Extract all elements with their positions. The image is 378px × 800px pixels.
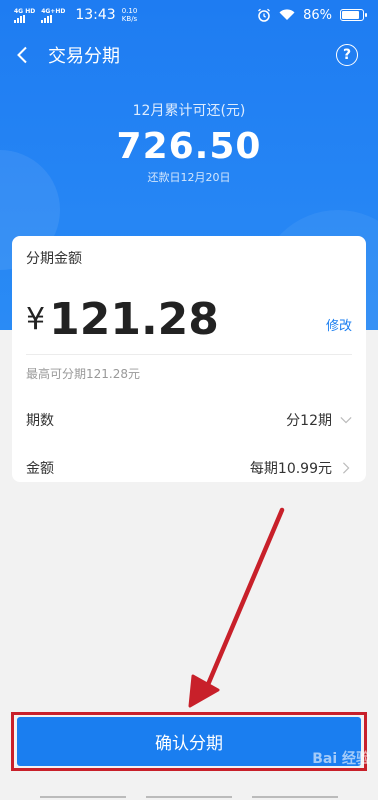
periods-label: 期数	[26, 413, 54, 429]
clock: 13:43	[75, 7, 116, 23]
repayment-summary: 12月累计可还(元) 726.50 还款日12月20日	[0, 100, 378, 185]
help-icon[interactable]: ?	[336, 44, 358, 66]
card-title: 分期金额	[26, 251, 82, 267]
amount-value-group: 每期10.99元	[250, 458, 352, 478]
alarm-icon	[258, 8, 271, 22]
installment-card: 分期金额 ¥ 121.28 修改 最高可分期121.28元 期数 分12期 金额…	[12, 236, 366, 482]
speed-unit: KB/s	[121, 15, 138, 23]
signal-indicator-2: 4G+HD	[41, 8, 65, 23]
summary-amount: 726.50	[116, 126, 262, 167]
network-type-label: 4G+HD	[41, 7, 66, 15]
periods-row[interactable]: 期数 分12期	[26, 396, 352, 444]
back-button[interactable]	[0, 36, 44, 74]
signal-bars-icon	[41, 14, 53, 23]
signal-bars-icon	[14, 14, 25, 23]
navigation-bar: 交易分期 ?	[0, 36, 378, 74]
amount-per-period-value: 每期10.99元	[249, 461, 332, 477]
battery-icon	[340, 9, 367, 21]
bottom-dividers	[0, 796, 378, 800]
installment-amount: 121.28	[49, 293, 219, 345]
edit-amount-link[interactable]: 修改	[326, 315, 352, 334]
amount-label: 金额	[26, 461, 54, 477]
due-date: 还款日12月20日	[147, 171, 231, 184]
summary-label: 12月累计可还(元)	[132, 103, 246, 119]
periods-value: 分12期	[286, 413, 332, 429]
currency-symbol: ¥	[26, 301, 46, 337]
signal-indicator-1: 4G HD	[14, 8, 35, 23]
wifi-icon	[279, 9, 295, 20]
battery-percent: 86%	[303, 7, 332, 23]
page-title: 交易分期	[48, 46, 120, 67]
amount-per-period-row[interactable]: 金额 每期10.99元	[26, 444, 352, 492]
divider	[26, 354, 352, 355]
chevron-right-icon	[343, 462, 350, 474]
max-amount-hint: 最高可分期121.28元	[26, 367, 140, 381]
speed-value: 0.10	[121, 7, 138, 15]
watermark: Bai 经验	[312, 751, 370, 767]
amount-row: ¥ 121.28 修改	[26, 293, 352, 345]
chevron-down-icon	[340, 417, 352, 424]
network-speed: 0.10 KB/s	[122, 7, 138, 23]
status-bar: 4G HD 4G+HD 13:43 0.10 KB/s 86%	[0, 0, 378, 30]
network-type-label: 4G HD	[14, 7, 36, 15]
back-arrow-icon	[17, 46, 27, 64]
periods-value-group: 分12期	[286, 410, 352, 430]
confirm-installment-button[interactable]: 确认分期	[17, 717, 361, 766]
